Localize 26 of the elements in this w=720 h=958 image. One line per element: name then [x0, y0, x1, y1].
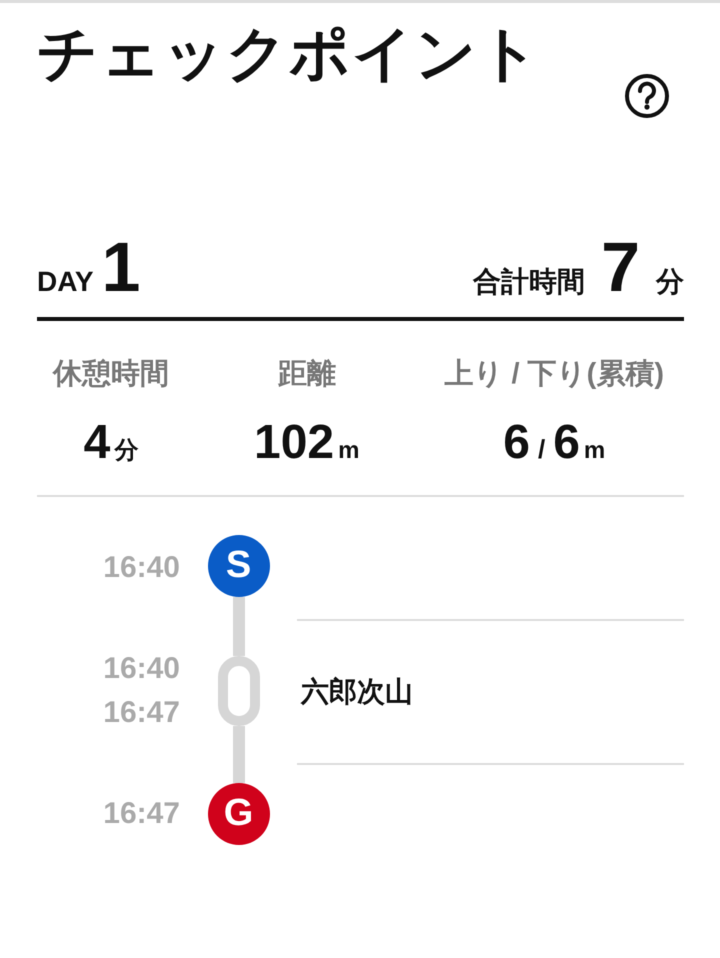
- stat-value: 6: [503, 418, 530, 466]
- goal-marker[interactable]: G: [208, 782, 270, 844]
- total-time-unit: 分: [656, 265, 684, 299]
- time-label: 16:40: [102, 550, 180, 586]
- day-number: 1: [102, 232, 140, 302]
- stat-label: 休憩時間: [53, 357, 169, 392]
- time-label: 16:47: [102, 694, 180, 730]
- time-label: 16:47: [102, 796, 180, 832]
- stat-value: 102: [254, 418, 334, 466]
- start-marker[interactable]: S: [208, 534, 270, 596]
- help-icon[interactable]: [624, 73, 670, 119]
- page-title: チェックポイント: [37, 19, 542, 89]
- total-time-value: 7: [601, 232, 640, 302]
- stat-unit: m: [584, 436, 606, 466]
- day-label: DAY: [37, 265, 94, 299]
- stat-label: 距離: [278, 357, 336, 392]
- stat-unit: 分: [114, 436, 138, 466]
- stat-unit: m: [338, 436, 360, 466]
- stat-value: 4: [84, 418, 110, 466]
- stat-label: 上り / 下り(累積): [444, 357, 664, 392]
- stat-separator: /: [538, 432, 546, 466]
- stat-value: 6: [553, 418, 580, 466]
- total-time-label: 合計時間: [473, 265, 586, 299]
- checkpoint-name[interactable]: 六郎次山: [301, 670, 413, 712]
- time-label: 16:40: [102, 650, 180, 686]
- checkpoint-marker[interactable]: [218, 656, 260, 726]
